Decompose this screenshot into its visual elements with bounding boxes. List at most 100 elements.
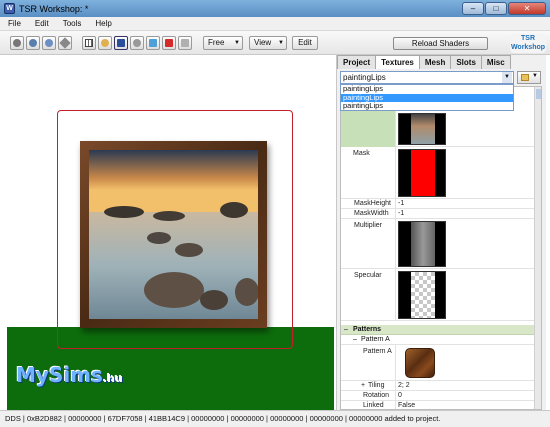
menu-tools[interactable]: Tools [63, 19, 82, 28]
title-bar: W TSR Workshop: * – □ ✕ [0, 0, 550, 17]
sphere-shaded-icon[interactable] [42, 36, 56, 50]
collapse-icon[interactable]: – [344, 326, 348, 333]
property-value[interactable]: -1 [398, 200, 404, 207]
property-row-multiplier: Multiplier [341, 219, 535, 269]
mysims-watermark: MySims.hu [16, 363, 123, 387]
patterns-section-header[interactable]: – Patterns [341, 325, 535, 335]
painting-thumbnail [411, 114, 435, 144]
column-divider [395, 345, 396, 380]
reload-shaders-button[interactable]: Reload Shaders [393, 37, 488, 50]
status-bar: DDS | 0xB2D882 | 00000000 | 67DF7058 | 4… [0, 410, 550, 427]
property-name: MaskWidth [354, 210, 389, 217]
multiplier-texture[interactable] [398, 221, 446, 267]
property-name: Pattern A [363, 348, 392, 355]
light-icon[interactable] [130, 36, 144, 50]
column-divider [395, 199, 396, 208]
diamond-icon[interactable] [58, 36, 72, 50]
property-name: Specular [354, 272, 382, 279]
combo-option[interactable]: paintingLips [341, 101, 513, 111]
mask-red-region [411, 150, 435, 196]
viewport-3d[interactable]: MySims.hu [7, 55, 334, 410]
property-name: MaskHeight [354, 200, 391, 207]
folder-menu-button[interactable]: ▼ [517, 71, 541, 84]
app-icon: W [4, 3, 15, 14]
view-dropdown[interactable]: View ▼ [249, 36, 287, 50]
close-button[interactable]: ✕ [508, 2, 546, 15]
property-row-tiling: + Tiling 2; 2 [341, 381, 535, 391]
property-name: Linked [363, 402, 384, 409]
lipstick-icon[interactable] [162, 36, 176, 50]
column-divider [395, 269, 396, 320]
menu-edit[interactable]: Edit [35, 19, 49, 28]
property-grid: Mask MaskHeight -1 MaskWidth -1 Multipli… [340, 86, 542, 410]
properties-panel: Project Textures Mesh Slots Misc paintin… [336, 55, 546, 410]
mask-texture[interactable] [398, 149, 446, 197]
property-name: Mask [353, 150, 370, 157]
subsection-label: Pattern A [361, 336, 390, 343]
chevron-down-icon: ▼ [234, 40, 240, 46]
texture-thumbnail[interactable] [398, 113, 446, 145]
property-row-maskheight: MaskHeight -1 [341, 199, 535, 209]
texture-combo-list: paintingLips paintingLips paintingLips [340, 84, 514, 111]
property-value[interactable]: 0 [398, 392, 402, 399]
multiplier-gradient [411, 222, 435, 266]
tab-mesh[interactable]: Mesh [418, 55, 452, 69]
texture-icon[interactable] [146, 36, 160, 50]
menu-file[interactable]: File [8, 19, 21, 28]
edit-button[interactable]: Edit [292, 36, 318, 50]
specular-checker [411, 272, 435, 318]
collapse-icon[interactable]: – [353, 336, 357, 343]
menu-help[interactable]: Help [95, 19, 111, 28]
pattern-a-swatch[interactable] [405, 348, 435, 378]
section-label: Patterns [353, 326, 382, 333]
property-name: Multiplier [354, 222, 383, 229]
bone-icon[interactable] [98, 36, 112, 50]
tab-textures[interactable]: Textures [375, 55, 420, 69]
watermark-text: MySims [16, 363, 103, 387]
window-controls: – □ ✕ [462, 2, 546, 15]
column-divider [395, 219, 396, 268]
sphere-wire-icon[interactable] [26, 36, 40, 50]
tsr-logo: TSR Workshop [510, 34, 546, 53]
window-title: TSR Workshop: * [19, 3, 89, 14]
panel-tabs: Project Textures Mesh Slots Misc [337, 55, 511, 69]
chevron-down-icon: ▼ [532, 73, 538, 79]
sphere-solid-icon[interactable] [10, 36, 24, 50]
minimize-button[interactable]: – [462, 2, 484, 15]
column-divider [395, 147, 396, 198]
toolbar: Free ▼ View ▼ Edit Reload Shaders TSR Work… [0, 31, 550, 55]
scrollbar[interactable] [534, 87, 541, 409]
property-row-linked: Linked False [341, 401, 535, 409]
scrollbar-thumb[interactable] [536, 89, 541, 99]
folder-icon [521, 74, 529, 81]
view-mode-dropdown[interactable]: Free ▼ [203, 36, 243, 50]
property-row-specular: Specular [341, 269, 535, 321]
grid-icon[interactable] [82, 36, 96, 50]
tab-slots[interactable]: Slots [450, 55, 482, 69]
tab-project[interactable]: Project [337, 55, 377, 69]
column-divider [395, 391, 396, 400]
expand-icon[interactable]: + [361, 382, 365, 389]
view-mode-value: Free [208, 38, 225, 47]
brush-icon[interactable] [178, 36, 192, 50]
chevron-down-icon: ▼ [278, 40, 284, 46]
column-divider [395, 381, 396, 390]
property-row-rotation: Rotation 0 [341, 391, 535, 401]
property-row-pattern-a: Pattern A [341, 345, 535, 381]
property-value[interactable]: -1 [398, 210, 404, 217]
camera-icon[interactable] [114, 36, 128, 50]
property-value[interactable]: False [398, 402, 415, 409]
tab-misc[interactable]: Misc [480, 55, 511, 69]
property-row-mask: Mask [341, 147, 535, 199]
property-name: Tiling [368, 382, 385, 389]
specular-texture[interactable] [398, 271, 446, 319]
texture-combo[interactable]: paintingLips ▼ [340, 71, 514, 84]
property-row-texture-preview [341, 111, 535, 147]
column-divider [395, 209, 396, 218]
view-value: View [254, 38, 272, 47]
column-divider [395, 401, 396, 409]
maximize-button[interactable]: □ [485, 2, 507, 15]
property-value[interactable]: 2; 2 [398, 382, 410, 389]
painting-frame[interactable] [80, 141, 267, 328]
pattern-a-subsection[interactable]: – Pattern A [341, 335, 535, 345]
